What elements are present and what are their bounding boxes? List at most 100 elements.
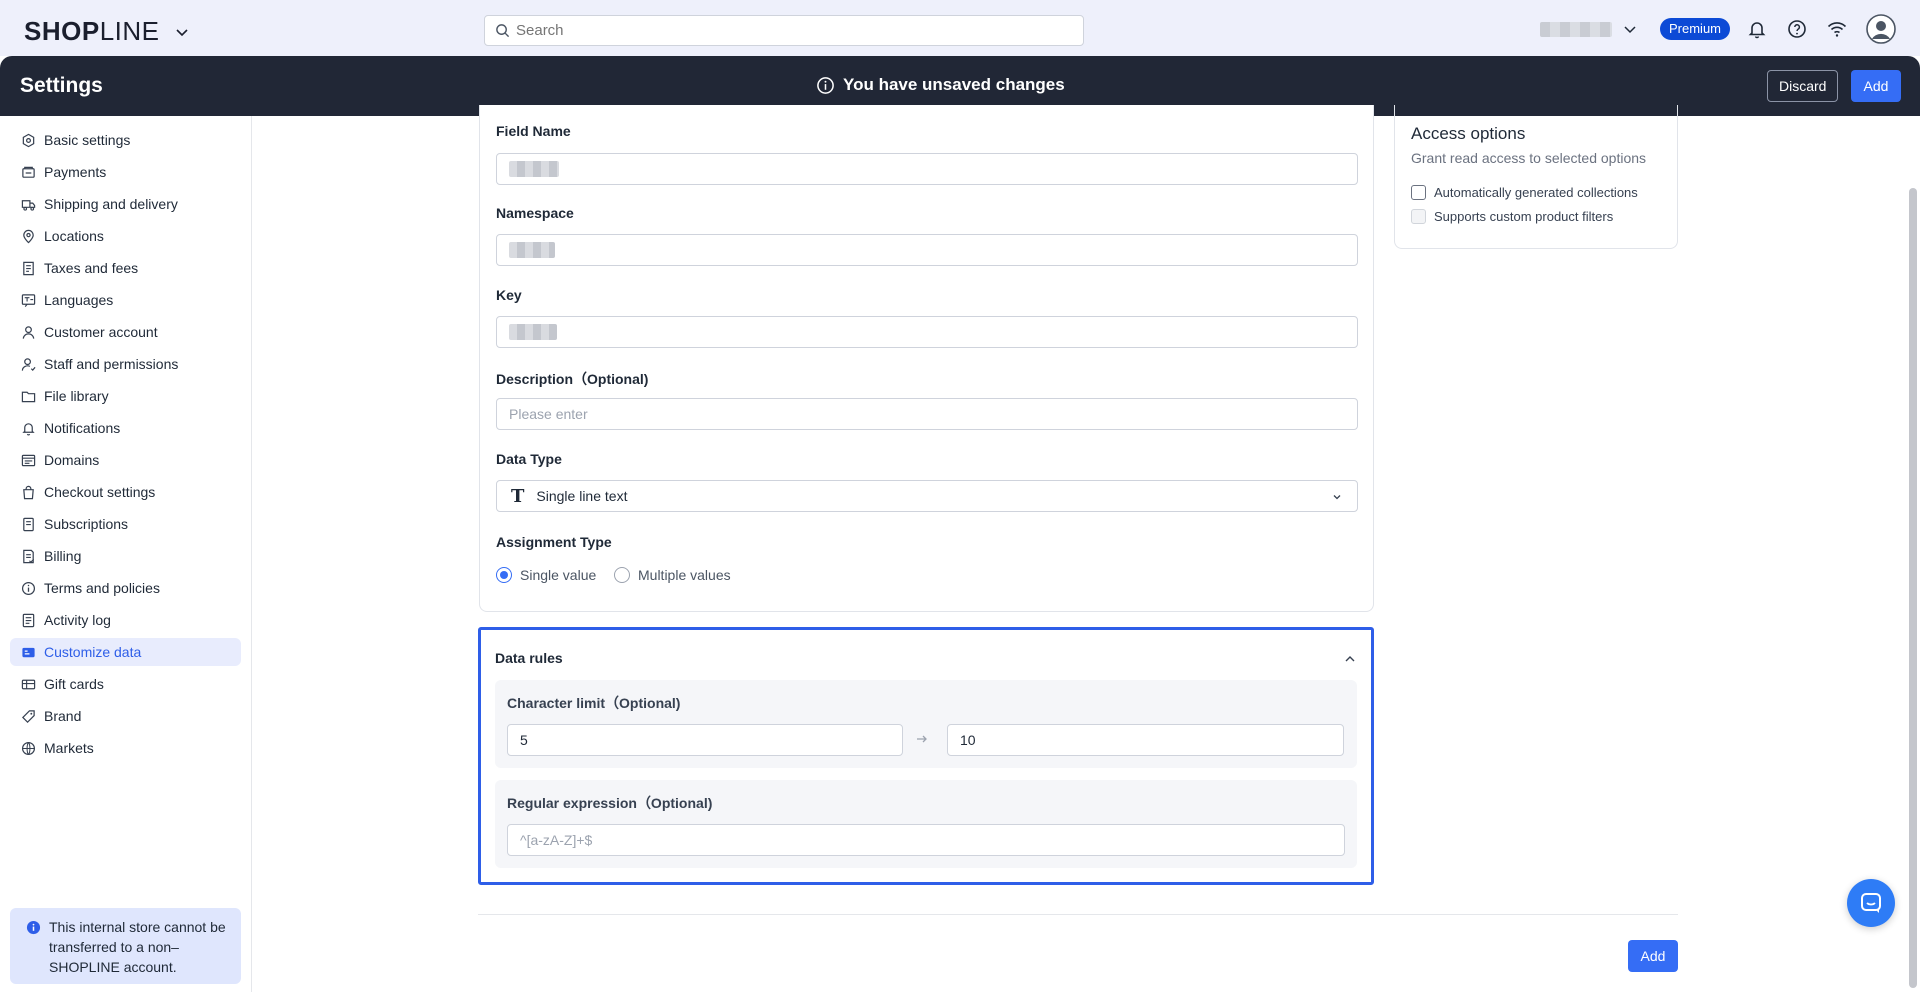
sidebar-item-basic-settings[interactable]: Basic settings bbox=[10, 126, 241, 154]
unsaved-changes-banner: You have unsaved changes bbox=[816, 75, 1065, 95]
unsaved-message: You have unsaved changes bbox=[843, 75, 1065, 94]
key-label: Key bbox=[496, 287, 522, 303]
page-title: Settings bbox=[20, 74, 103, 97]
sidebar-item-label: Customize data bbox=[44, 644, 142, 660]
key-input[interactable] bbox=[496, 316, 1358, 348]
billing-icon bbox=[23, 549, 35, 563]
sidebar-item-label: Markets bbox=[44, 740, 94, 756]
radio-selected bbox=[496, 567, 512, 583]
search-bar[interactable] bbox=[484, 15, 1084, 46]
sidebar-item-domains[interactable]: Domains bbox=[10, 446, 241, 474]
access-options-title: Access options bbox=[1411, 124, 1526, 143]
regex-placeholder: ^[a-zA-Z]+$ bbox=[520, 832, 593, 848]
char-limit-min-input[interactable]: 5 bbox=[507, 724, 903, 756]
field-name-input[interactable] bbox=[496, 153, 1358, 185]
sidebar-item-taxes[interactable]: Taxes and fees bbox=[10, 254, 241, 282]
sidebar-item-label: Terms and policies bbox=[44, 580, 160, 596]
redacted-value bbox=[509, 324, 557, 340]
sidebar-item-locations[interactable]: Locations bbox=[10, 222, 241, 250]
store-name-redacted[interactable] bbox=[1540, 22, 1612, 37]
chat-support-button[interactable] bbox=[1847, 879, 1895, 927]
sidebar-item-file-library[interactable]: File library bbox=[10, 382, 241, 410]
help-icon[interactable] bbox=[1786, 18, 1808, 40]
info-circle-icon bbox=[21, 581, 36, 595]
description-input[interactable]: Please enter bbox=[496, 398, 1358, 430]
sidebar-item-staff[interactable]: Staff and permissions bbox=[10, 350, 241, 378]
checkbox-custom-filters: Supports custom product filters bbox=[1411, 209, 1613, 224]
access-options-subtitle: Grant read access to selected options bbox=[1411, 150, 1647, 166]
char-limit-max-value: 10 bbox=[960, 732, 976, 748]
data-type-value: Single line text bbox=[536, 488, 628, 504]
shopline-logo[interactable]: SHOP LINE bbox=[24, 16, 190, 47]
description-placeholder: Please enter bbox=[509, 406, 588, 422]
wifi-icon[interactable] bbox=[1826, 18, 1848, 40]
sidebar-item-label: File library bbox=[44, 388, 109, 404]
receipt-icon bbox=[23, 261, 34, 275]
logo-bold-text: SHOP bbox=[24, 16, 100, 46]
add-button-footer[interactable]: Add bbox=[1628, 940, 1678, 972]
regex-panel: Regular expression（Optional) ^[a-zA-Z]+$ bbox=[495, 780, 1357, 868]
sidebar-item-customer-account[interactable]: Customer account bbox=[10, 318, 241, 346]
footer-divider bbox=[478, 914, 1678, 915]
folder-icon bbox=[21, 391, 36, 402]
top-bar: SHOPLINE Premium bbox=[0, 0, 1920, 56]
sidebar-item-label: Basic settings bbox=[44, 132, 131, 148]
sidebar-item-languages[interactable]: Languages bbox=[10, 286, 241, 314]
sidebar-item-customize-data[interactable]: Customize data bbox=[10, 638, 241, 666]
checkbox-box-disabled bbox=[1411, 209, 1426, 224]
data-icon bbox=[22, 647, 35, 657]
chevron-up-icon[interactable] bbox=[1343, 652, 1357, 666]
search-icon bbox=[496, 24, 510, 38]
discard-button[interactable]: Discard bbox=[1767, 70, 1839, 102]
payment-icon bbox=[22, 166, 35, 178]
radio-unselected bbox=[614, 567, 630, 583]
namespace-input[interactable] bbox=[496, 234, 1358, 266]
sidebar-item-subscriptions[interactable]: Subscriptions bbox=[10, 510, 241, 538]
sidebar-item-shipping[interactable]: Shipping and delivery bbox=[10, 190, 241, 218]
checkbox-auto-collections[interactable]: Automatically generated collections bbox=[1411, 185, 1638, 200]
sidebar-item-label: Taxes and fees bbox=[44, 260, 139, 276]
settings-sidebar: Basic settings Payments Shipping and del… bbox=[0, 116, 252, 992]
avatar[interactable] bbox=[1866, 14, 1896, 44]
sidebar-item-notifications[interactable]: Notifications bbox=[10, 414, 241, 442]
sidebar-item-terms[interactable]: Terms and policies bbox=[10, 574, 241, 602]
transfer-notice: This internal store cannot be transferre… bbox=[10, 908, 241, 984]
arrow-right-icon bbox=[917, 735, 927, 743]
description-label: Description（Optional) bbox=[496, 371, 649, 387]
chevron-down-icon[interactable] bbox=[1622, 21, 1638, 37]
location-pin-icon bbox=[23, 229, 34, 243]
char-limit-max-input[interactable]: 10 bbox=[947, 724, 1344, 756]
sidebar-item-checkout[interactable]: Checkout settings bbox=[10, 478, 241, 506]
checkbox-label: Automatically generated collections bbox=[1434, 185, 1638, 200]
sidebar-item-label: Locations bbox=[44, 228, 104, 244]
search-input[interactable] bbox=[516, 22, 1056, 39]
sidebar-item-billing[interactable]: Billing bbox=[10, 542, 241, 570]
sidebar-item-label: Staff and permissions bbox=[44, 356, 179, 372]
sidebar-item-activity-log[interactable]: Activity log bbox=[10, 606, 241, 634]
sidebar-item-gift-cards[interactable]: Gift cards bbox=[10, 670, 241, 698]
data-type-select[interactable]: T Single line text bbox=[496, 480, 1358, 512]
regex-input[interactable]: ^[a-zA-Z]+$ bbox=[507, 824, 1345, 856]
log-icon bbox=[22, 613, 35, 627]
chevron-down-icon[interactable] bbox=[174, 24, 190, 40]
sidebar-item-label: Gift cards bbox=[44, 676, 104, 692]
sidebar-item-brand[interactable]: Brand bbox=[10, 702, 241, 730]
radio-single-value[interactable]: Single value bbox=[496, 567, 596, 583]
field-definition-card: Field Name Namespace Key Description（Opt… bbox=[479, 105, 1374, 612]
bell-icon[interactable] bbox=[1746, 18, 1768, 40]
sidebar-item-label: Subscriptions bbox=[44, 516, 129, 532]
brand-icon bbox=[22, 709, 35, 723]
translate-icon bbox=[21, 293, 36, 307]
info-circle-icon bbox=[26, 920, 41, 935]
chat-icon bbox=[1861, 893, 1881, 913]
gift-card-icon bbox=[21, 679, 36, 689]
premium-badge: Premium bbox=[1660, 18, 1731, 40]
info-circle-icon bbox=[817, 76, 834, 94]
radio-multiple-values[interactable]: Multiple values bbox=[614, 567, 731, 583]
add-button-header[interactable]: Add bbox=[1851, 70, 1901, 102]
scrollbar-thumb[interactable] bbox=[1909, 188, 1917, 988]
sidebar-item-markets[interactable]: Markets bbox=[10, 734, 241, 762]
checkbox-box[interactable] bbox=[1411, 185, 1426, 200]
notice-text: This internal store cannot be transferre… bbox=[49, 919, 226, 975]
sidebar-item-payments[interactable]: Payments bbox=[10, 158, 241, 186]
